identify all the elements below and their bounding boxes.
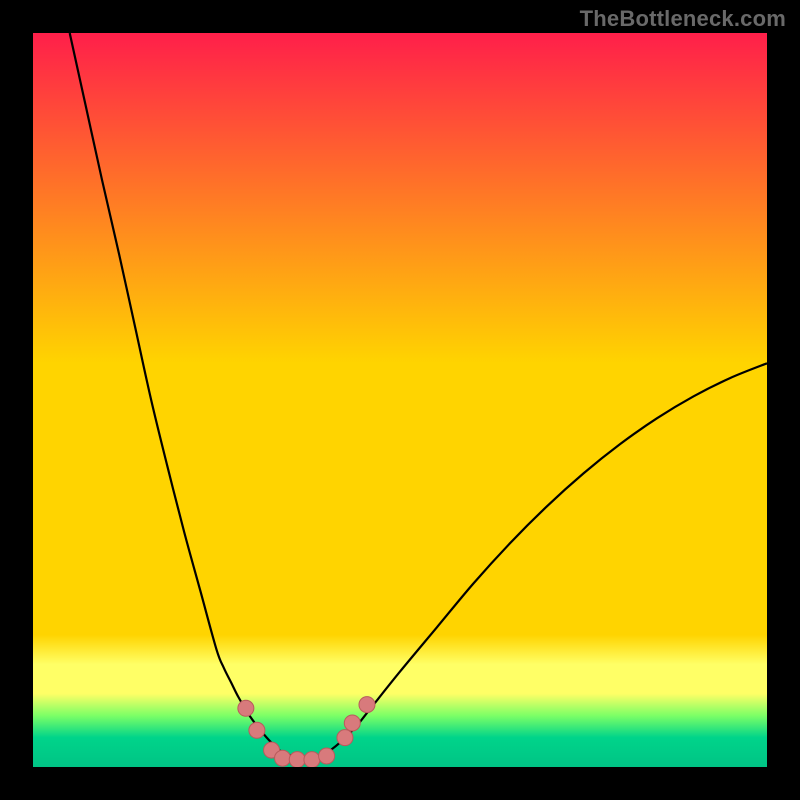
bottleneck-chart <box>0 0 800 800</box>
curve-marker <box>275 750 291 766</box>
curve-marker <box>337 730 353 746</box>
curve-marker <box>319 748 335 764</box>
curve-marker <box>304 752 320 768</box>
plot-background <box>33 33 767 767</box>
frame-left <box>0 0 33 800</box>
curve-marker <box>238 700 254 716</box>
chart-frame: TheBottleneck.com <box>0 0 800 800</box>
curve-marker <box>289 752 305 768</box>
frame-right <box>767 0 800 800</box>
curve-marker <box>359 697 375 713</box>
curve-marker <box>344 715 360 731</box>
curve-marker <box>249 722 265 738</box>
frame-bottom <box>0 767 800 800</box>
watermark-text: TheBottleneck.com <box>580 6 786 32</box>
